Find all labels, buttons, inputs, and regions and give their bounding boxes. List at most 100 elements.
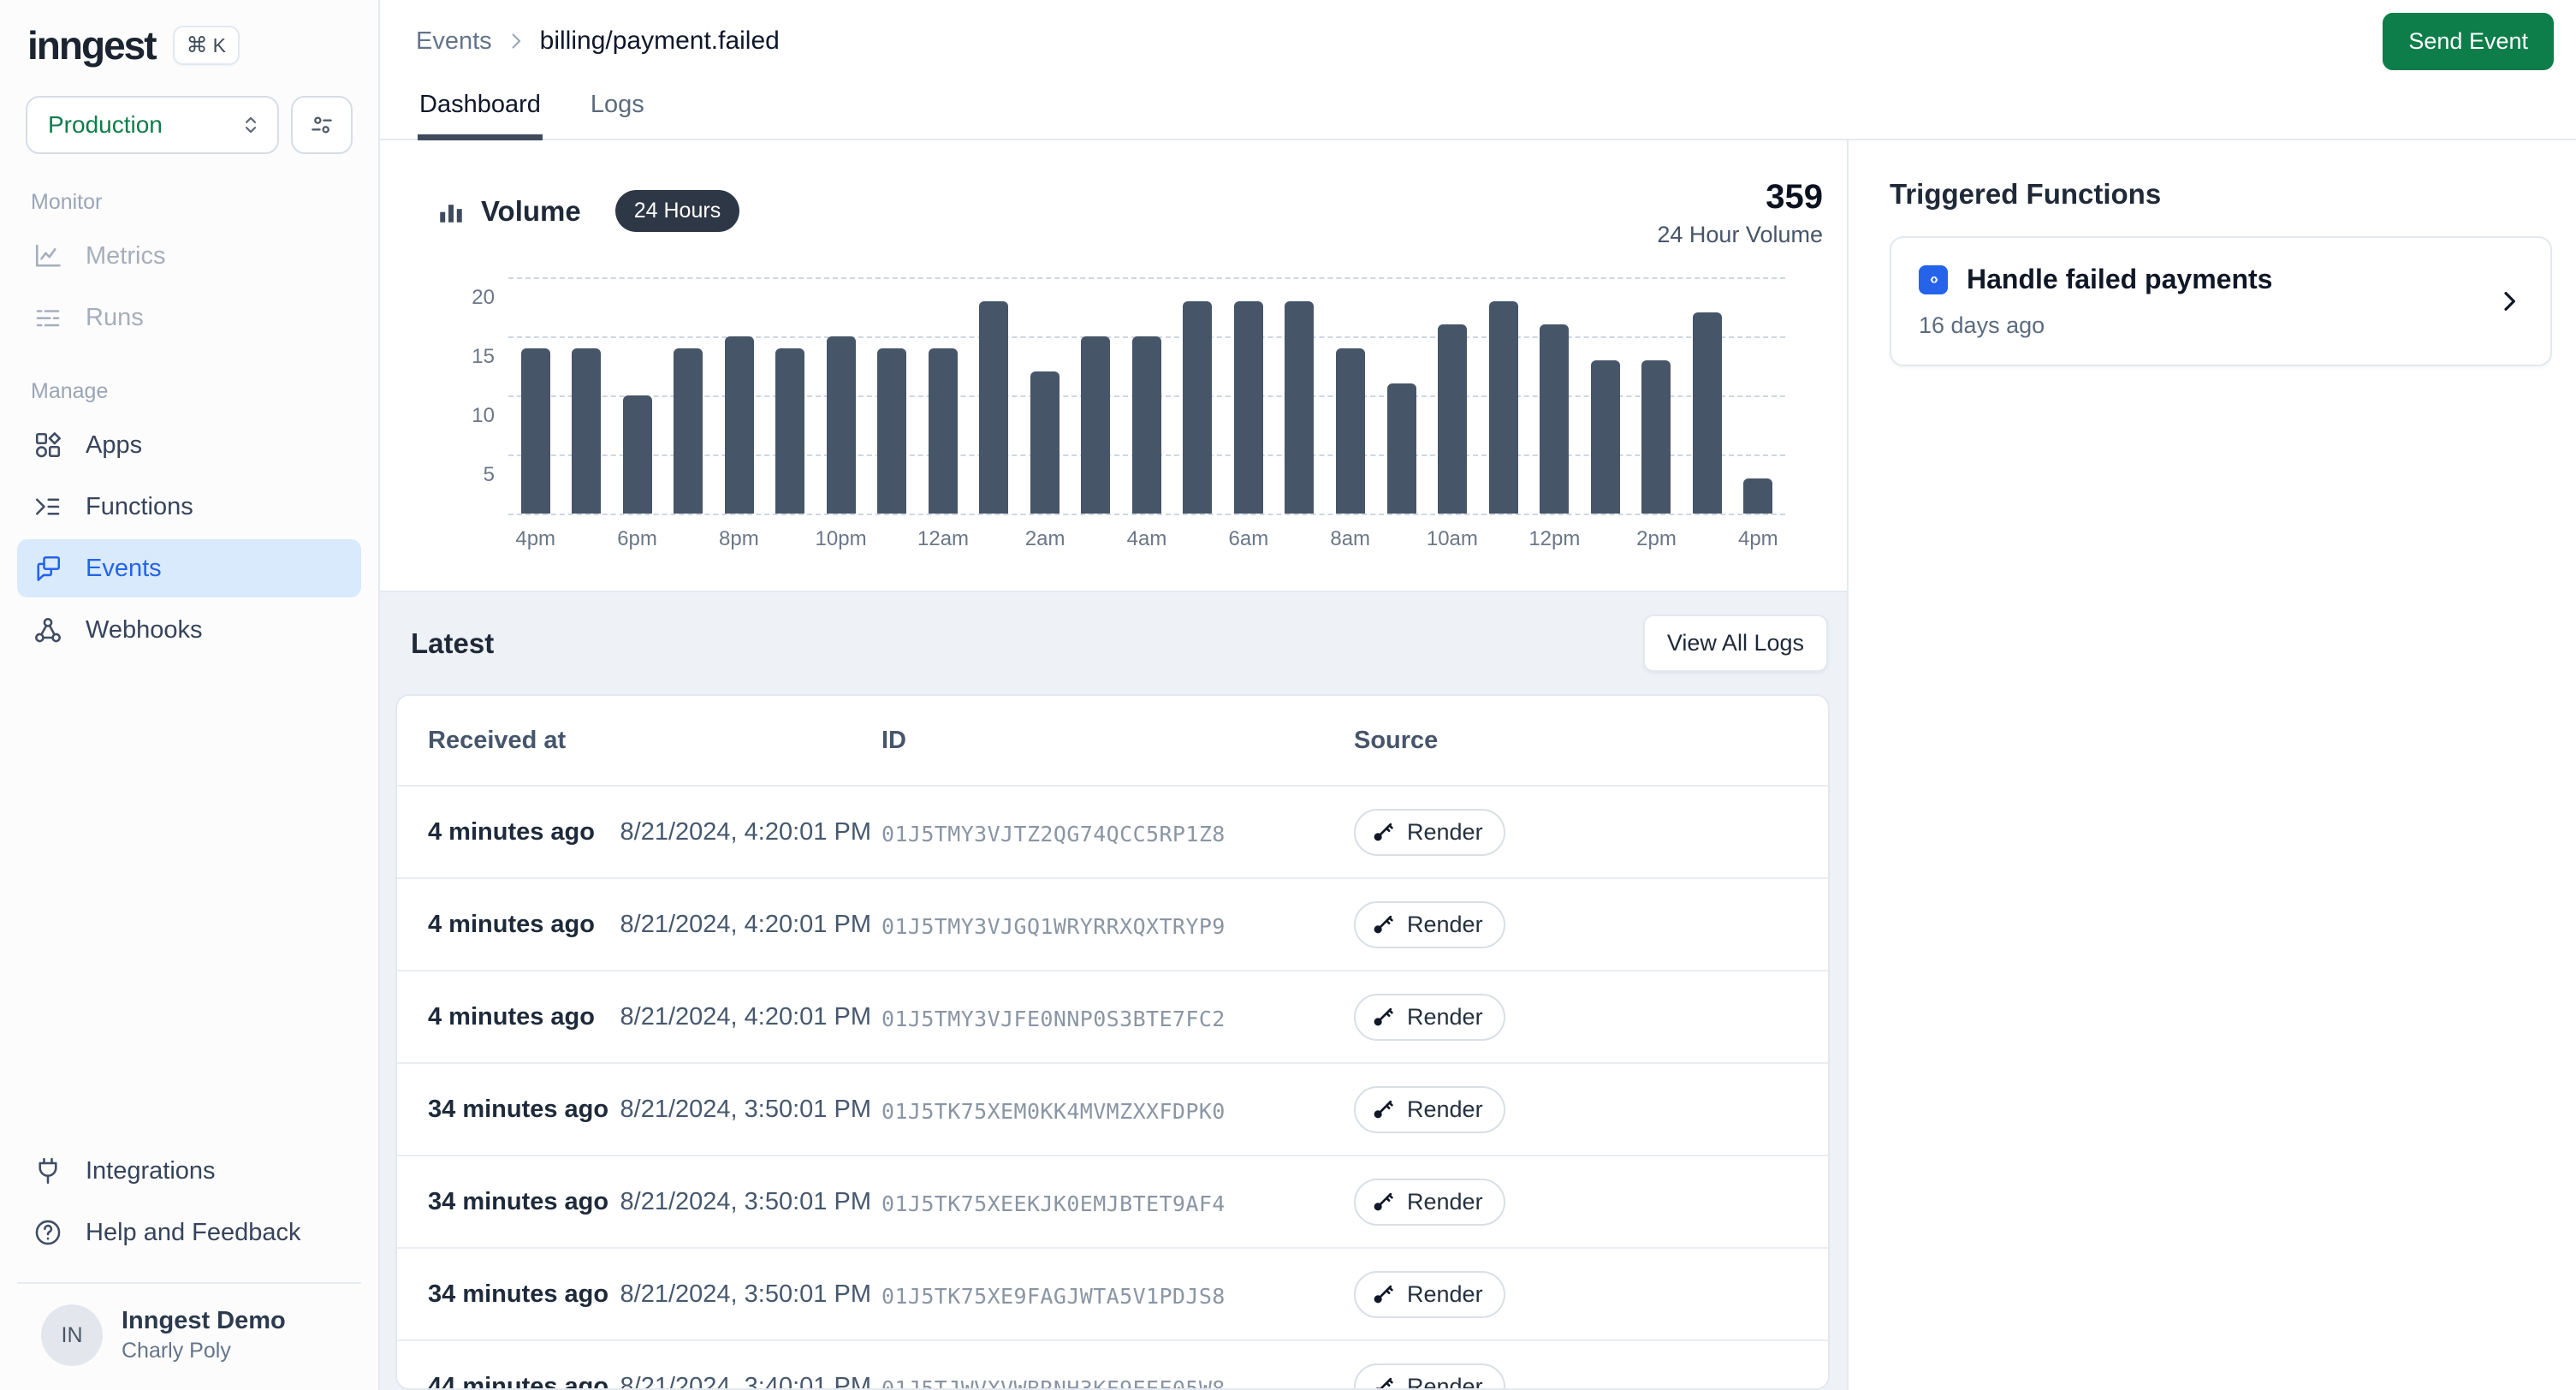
functions-icon: [33, 491, 63, 522]
x-tick-label: 2pm: [1631, 527, 1682, 551]
sidebar-item-runs[interactable]: Runs: [17, 288, 361, 347]
event-row[interactable]: 4 minutes ago8/21/2024, 4:20:01 PM01J5TM…: [397, 877, 1828, 970]
source-badge[interactable]: Render: [1354, 1179, 1505, 1226]
volume-bar: [1591, 360, 1620, 514]
received-at-cell: 34 minutes ago8/21/2024, 3:50:01 PM: [428, 1280, 881, 1309]
content: Volume 24 Hours 359 24 Hour Volume 20151…: [380, 140, 2576, 1390]
bar-slot: [1376, 383, 1427, 514]
relative-time: 34 minutes ago: [428, 1096, 608, 1124]
send-event-button[interactable]: Send Event: [2383, 13, 2554, 70]
source-cell: Render: [1354, 1271, 1797, 1318]
volume-bar: [979, 301, 1008, 514]
table-header-row: Received at ID Source: [397, 696, 1828, 785]
volume-title: Volume: [481, 195, 581, 228]
x-tick-label: [867, 527, 917, 551]
source-badge[interactable]: Render: [1354, 1086, 1505, 1133]
triggered-functions-panel: Triggered Functions ‹› Handle failed pay…: [1847, 140, 2576, 1390]
volume-bar: [1489, 301, 1518, 514]
breadcrumb-events[interactable]: Events: [416, 27, 492, 56]
sidebar: inngest ⌘ K Production MonitorMetricsRun…: [0, 0, 380, 1390]
y-tick-label: 15: [436, 345, 495, 369]
id-cell: 01J5TMY3VJTZ2QG74QCC5RP1Z8: [881, 817, 1354, 848]
bar-slot: [969, 301, 1020, 514]
source-badge[interactable]: Render: [1354, 901, 1505, 948]
command-palette-shortcut[interactable]: ⌘ K: [173, 26, 240, 65]
environment-select[interactable]: Production: [26, 96, 279, 154]
source-cell: Render: [1354, 1363, 1797, 1390]
latest-section: Latest View All Logs Received at ID Sour…: [380, 591, 1847, 1390]
x-tick-label: [662, 527, 713, 551]
tab-logs[interactable]: Logs: [589, 82, 646, 140]
bars: [508, 277, 1785, 514]
relative-time: 34 minutes ago: [428, 1188, 608, 1216]
sidebar-item-help-and-feedback[interactable]: Help and Feedback: [17, 1203, 361, 1262]
volume-bar: [827, 336, 856, 514]
sidebar-item-functions[interactable]: Functions: [17, 478, 361, 536]
bar-slot: [1427, 324, 1478, 514]
bar-slot: [1121, 336, 1172, 514]
source-badge[interactable]: Render: [1354, 994, 1505, 1041]
sidebar-item-integrations[interactable]: Integrations: [17, 1142, 361, 1200]
sidebar-item-metrics[interactable]: Metrics: [17, 227, 361, 285]
volume-total-label: 24 Hour Volume: [1657, 222, 1823, 248]
event-row[interactable]: 34 minutes ago 8/21/2024, 3:50:01 PM 01J5T…: [397, 1062, 1828, 1155]
events-icon: [33, 553, 63, 584]
source-label: Render: [1407, 1004, 1483, 1031]
view-all-logs-button[interactable]: View All Logs: [1643, 615, 1828, 672]
sidebar-item-webhooks[interactable]: Webhooks: [17, 601, 361, 659]
latest-title: Latest: [411, 627, 494, 660]
volume-chart: 2015105 4pm6pm8pm10pm12am2am4am6am8am10a…: [436, 277, 1806, 555]
sidebar-item-events[interactable]: Events: [17, 539, 361, 597]
bar-slot: [765, 348, 816, 514]
main-area: Events billing/payment.failed Send Event…: [380, 0, 2576, 1390]
webhooks-icon: [33, 615, 63, 645]
event-row[interactable]: 4 minutes ago8/21/2024, 4:20:01 PM01J5TM…: [397, 785, 1828, 877]
x-tick-label: 4pm: [1733, 527, 1784, 551]
x-tick-label: 8pm: [714, 527, 764, 551]
bar-slot: [1528, 324, 1580, 514]
sidebar-item-apps[interactable]: Apps: [17, 416, 361, 474]
volume-bar: [929, 348, 958, 514]
x-tick-label: 12pm: [1528, 527, 1580, 551]
event-row[interactable]: 34 minutes ago8/21/2024, 3:50:01 PM01J5T…: [397, 1247, 1828, 1340]
x-tick-label: [1682, 527, 1732, 551]
volume-bar: [572, 348, 601, 514]
event-row[interactable]: 34 minutes ago8/21/2024, 3:50:01 PM01J5T…: [397, 1155, 1828, 1247]
topbar: Events billing/payment.failed Send Event: [380, 0, 2576, 82]
timestamp: 8/21/2024, 3:50:01 PM: [620, 1096, 871, 1124]
render-icon: [1371, 1190, 1395, 1214]
id-cell: 01J5TMY3VJFE0NNP0S3BTE7FC2: [881, 1001, 1354, 1033]
x-tick-label: [764, 527, 815, 551]
inngest-logo[interactable]: inngest: [27, 22, 156, 68]
x-tick-label: [969, 527, 1019, 551]
column-id: ID: [881, 727, 1354, 755]
bar-slot: [1630, 360, 1682, 514]
volume-bar: [1540, 324, 1569, 514]
user-menu[interactable]: IN Inngest Demo Charly Poly: [17, 1284, 361, 1390]
column-source: Source: [1354, 727, 1797, 755]
event-id: 01J5TK75XEM0KK4MVMZXXFDPK0: [881, 1099, 1226, 1124]
received-at-cell: 34 minutes ago8/21/2024, 3:50:01 PM: [428, 1188, 881, 1216]
event-id: 01J5TK75XEEKJK0EMJBTET9AF4: [881, 1191, 1226, 1216]
timestamp: 8/21/2024, 4:20:01 PM: [620, 1003, 871, 1031]
bar-slot: [816, 336, 867, 514]
volume-bar: [1438, 324, 1467, 514]
source-badge[interactable]: Render: [1354, 809, 1505, 856]
range-badge[interactable]: 24 Hours: [615, 190, 739, 232]
source-badge[interactable]: Render: [1354, 1271, 1505, 1318]
integrations-icon: [33, 1155, 63, 1186]
event-id: 01J5TMY3VJGQ1WRYRRXQXTRYP9: [881, 914, 1226, 939]
source-badge[interactable]: Render: [1354, 1363, 1505, 1390]
runs-icon: [33, 302, 63, 333]
bar-slot: [510, 348, 561, 514]
received-at-cell: 44 minutes ago8/21/2024, 3:40:01 PM: [428, 1373, 881, 1390]
nav-section-monitor: Monitor: [17, 161, 361, 223]
tab-dashboard[interactable]: Dashboard: [418, 82, 543, 140]
environment-settings-button[interactable]: [291, 96, 353, 154]
triggered-function-card[interactable]: ‹› Handle failed payments 16 days ago: [1890, 236, 2552, 366]
source-cell: Render: [1354, 901, 1797, 948]
received-at-cell: 4 minutes ago8/21/2024, 4:20:01 PM: [428, 818, 881, 846]
event-row[interactable]: 44 minutes ago8/21/2024, 3:40:01 PM01J5T…: [397, 1340, 1828, 1390]
event-row[interactable]: 4 minutes ago8/21/2024, 4:20:01 PM01J5TM…: [397, 970, 1828, 1062]
relative-time: 44 minutes ago: [428, 1373, 608, 1390]
